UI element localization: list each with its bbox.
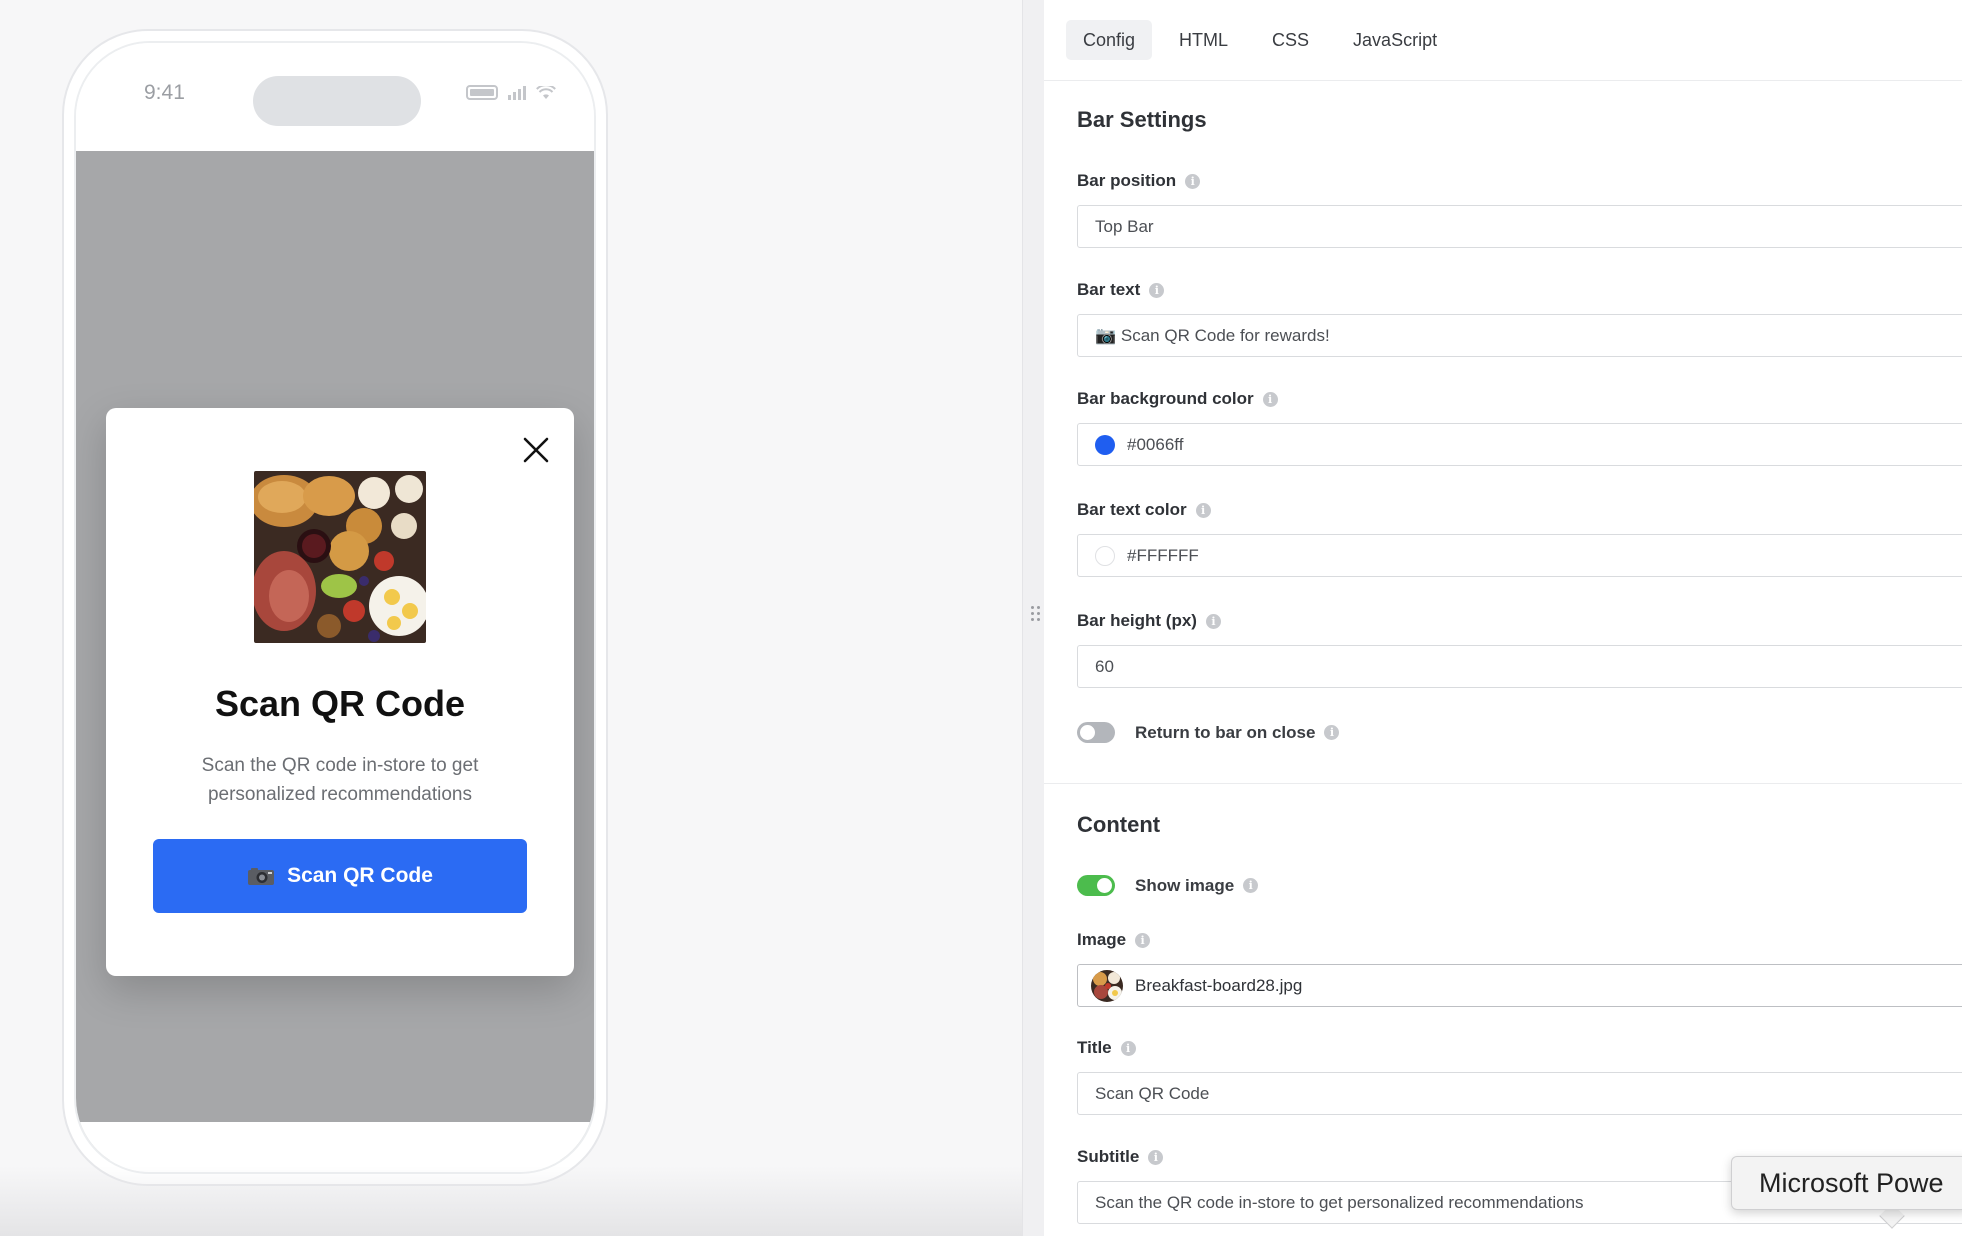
bar-background-color-label-text: Bar background color xyxy=(1077,389,1254,408)
return-to-bar-row: Return to bar on close i xyxy=(1077,722,1340,743)
tab-css[interactable]: CSS xyxy=(1255,20,1326,60)
subtitle-label: Subtitle i xyxy=(1077,1147,1164,1167)
color-swatch[interactable] xyxy=(1095,434,1115,455)
wifi-icon xyxy=(536,85,556,99)
close-icon[interactable] xyxy=(520,434,552,466)
title-label: Title i xyxy=(1077,1038,1136,1058)
info-icon[interactable]: i xyxy=(1324,725,1340,740)
popup-title: Scan QR Code xyxy=(214,683,466,724)
modal-backdrop[interactable]: Scan QR Code Scan the QR code in-store t… xyxy=(76,151,594,1160)
bar-background-color-input[interactable]: #0066ff xyxy=(1077,423,1962,466)
bar-text-value: 📷 Scan QR Code for rewards! xyxy=(1095,325,1330,345)
title-value: Scan QR Code xyxy=(1095,1083,1210,1103)
return-to-bar-label-text: Return to bar on close xyxy=(1135,722,1316,742)
info-icon[interactable]: i xyxy=(1262,391,1278,407)
popup-image xyxy=(254,471,426,643)
popup-subtitle: Scan the QR code in-store to get persona… xyxy=(201,755,479,805)
image-label: Image i xyxy=(1077,930,1151,950)
resize-divider[interactable] xyxy=(1022,0,1044,1236)
bar-text-label-text: Bar text xyxy=(1077,280,1141,299)
bar-settings-section: Bar Settings Bar position i Top Bar Bar … xyxy=(1044,81,1962,784)
bar-height-value: 60 xyxy=(1095,656,1114,676)
image-picker[interactable]: Breakfast-board28.jpg xyxy=(1077,964,1962,1007)
bar-text-color-input[interactable]: #FFFFFF xyxy=(1077,534,1962,577)
tab-html[interactable]: HTML xyxy=(1162,20,1245,60)
image-label-text: Image xyxy=(1077,930,1127,949)
color-swatch[interactable] xyxy=(1095,545,1115,566)
status-time: 9:41 xyxy=(144,81,185,104)
bar-height-label: Bar height (px) i xyxy=(1077,611,1221,631)
tab-javascript[interactable]: JavaScript xyxy=(1336,20,1454,60)
phone-bottom xyxy=(76,1122,594,1172)
bar-position-label: Bar position i xyxy=(1077,171,1201,191)
title-label-text: Title xyxy=(1077,1038,1112,1057)
title-input[interactable]: Scan QR Code xyxy=(1077,1072,1962,1115)
section-title-content: Content xyxy=(1077,812,1161,837)
preview-pane: 9:41 Scan QR Code Scan the QR code in-st… xyxy=(0,0,1022,1236)
subtitle-label-text: Subtitle xyxy=(1077,1147,1140,1166)
show-image-label: Show image i xyxy=(1135,875,1259,896)
editor-tabs: Config HTML CSS JavaScript xyxy=(1044,0,1962,81)
image-thumbnail xyxy=(1091,969,1123,1002)
scan-qr-button-label: Scan QR Code xyxy=(287,864,433,887)
return-to-bar-label: Return to bar on close i xyxy=(1135,722,1340,743)
bar-text-input[interactable]: 📷 Scan QR Code for rewards! xyxy=(1077,314,1962,357)
bar-text-color-label-text: Bar text color xyxy=(1077,500,1187,519)
info-icon[interactable]: i xyxy=(1135,932,1151,948)
info-icon[interactable]: i xyxy=(1205,613,1221,629)
bar-position-select[interactable]: Top Bar xyxy=(1077,205,1962,248)
bar-background-color-label: Bar background color i xyxy=(1077,389,1278,409)
dynamic-island xyxy=(253,76,421,126)
bar-height-label-text: Bar height (px) xyxy=(1077,611,1197,630)
info-icon[interactable]: i xyxy=(1195,502,1211,518)
info-icon[interactable]: i xyxy=(1185,173,1201,189)
show-image-label-text: Show image xyxy=(1135,875,1235,895)
app-tooltip: Microsoft Powe xyxy=(1731,1156,1962,1210)
drag-handle-icon[interactable] xyxy=(1031,606,1040,621)
phone-frame: 9:41 Scan QR Code Scan the QR code in-st… xyxy=(62,29,608,1186)
config-pane: Config HTML CSS JavaScript Bar Settings … xyxy=(1044,0,1962,1236)
bar-height-input[interactable]: 60 xyxy=(1077,645,1962,688)
bar-text-label: Bar text i xyxy=(1077,280,1165,300)
show-image-row: Show image i xyxy=(1077,875,1259,896)
info-icon[interactable]: i xyxy=(1149,282,1165,298)
camera-icon xyxy=(248,868,275,885)
bar-position-value: Top Bar xyxy=(1095,216,1154,236)
return-to-bar-toggle[interactable] xyxy=(1077,722,1115,743)
battery-icon xyxy=(466,85,498,100)
tab-config[interactable]: Config xyxy=(1066,20,1153,60)
status-bar: 9:41 xyxy=(76,43,594,151)
bar-position-label-text: Bar position xyxy=(1077,171,1177,190)
bar-text-color-value: #FFFFFF xyxy=(1127,545,1199,565)
qr-popup: Scan QR Code Scan the QR code in-store t… xyxy=(106,408,574,976)
info-icon[interactable]: i xyxy=(1148,1149,1164,1165)
info-icon[interactable]: i xyxy=(1120,1040,1136,1056)
phone-screen: 9:41 Scan QR Code Scan the QR code in-st… xyxy=(74,41,596,1174)
info-icon[interactable]: i xyxy=(1243,878,1259,893)
section-title-bar-settings: Bar Settings xyxy=(1077,107,1207,132)
subtitle-value: Scan the QR code in-store to get persona… xyxy=(1095,1192,1584,1212)
bar-text-color-label: Bar text color i xyxy=(1077,500,1211,520)
scan-qr-button[interactable]: Scan QR Code xyxy=(153,839,527,913)
bar-background-color-value: #0066ff xyxy=(1127,434,1184,454)
signal-icon xyxy=(508,85,526,100)
show-image-toggle[interactable] xyxy=(1077,875,1115,896)
image-filename: Breakfast-board28.jpg xyxy=(1135,975,1303,995)
status-icons xyxy=(466,85,556,100)
